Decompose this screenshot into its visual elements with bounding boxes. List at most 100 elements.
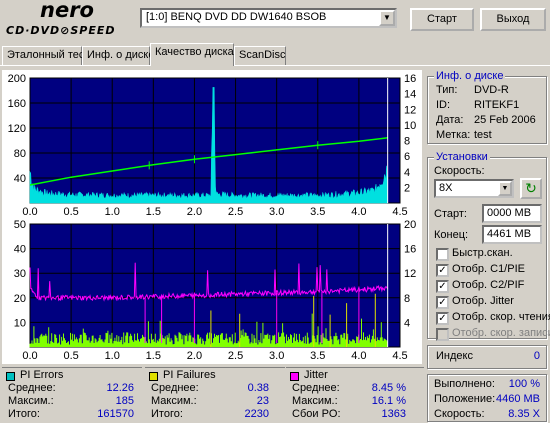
show-c1-pie-checkbox[interactable]: ✓	[436, 264, 449, 277]
disc-label-value: test	[474, 129, 492, 141]
chart1-x-tick-label: 0.0	[22, 206, 37, 218]
chart2-x-tick-label: 3.0	[269, 350, 284, 362]
show-write-speed-label: Отобр. скор. записи	[452, 327, 550, 339]
chart1-x-tick-label: 4.5	[392, 206, 407, 218]
chart1-y-right-tick-label: 2	[404, 182, 410, 194]
pi-failures-avg-label: Среднее:	[151, 382, 199, 394]
refresh-speed-button[interactable]: ↻	[520, 178, 542, 199]
chart2-x-tick-label: 0.0	[22, 350, 37, 362]
jitter-avg-label: Среднее:	[292, 382, 340, 394]
disc-date-label: Дата:	[436, 114, 464, 126]
pi-errors-total-label: Итого:	[8, 408, 40, 420]
po-failures-label: Сбои PO:	[292, 408, 341, 420]
pif-jitter-chart: 0.0 0.5 1.0 1.5 2.0 2.5 3.0 3.5 4.0 4.5 50 40 30 20 10…	[2, 220, 422, 364]
index-value: 0	[533, 350, 540, 362]
progress-group: Выполнено: 100 % Положение: 4460 MB Скор…	[427, 374, 547, 422]
disc-id-label: ID:	[436, 99, 451, 111]
po-failures-value: 1363	[381, 408, 406, 420]
tab-disc-info[interactable]: Инф. о диске	[82, 46, 154, 65]
disc-date-value: 25 Feb 2006	[474, 114, 536, 126]
chart2-x-tick-label: 1.5	[146, 350, 161, 362]
disc-info-group: Инф. о диске Тип: DVD-R ID: RITEKF1 Дата…	[427, 70, 547, 144]
show-read-speed-label: Отобр. скор. чтения	[452, 311, 550, 323]
chart1-x-tick-label: 4.0	[351, 206, 366, 218]
logo-nero-text: nero	[40, 0, 94, 22]
speed-label: Скорость:	[434, 165, 485, 177]
disc-id-value: RITEKF1	[474, 99, 520, 111]
jitter-max-value: 16.1 %	[371, 395, 406, 407]
show-c2-pif-label: Отобр. C2/PIF	[452, 279, 525, 291]
pie-speed-chart-svg: 0.0 0.5 1.0 1.5 2.0 2.5 3.0 3.5 4.0 4.5 200 160 120 8…	[8, 73, 417, 218]
pi-errors-total-value: 161570	[97, 408, 134, 420]
position-value: 4460 MB	[495, 393, 540, 405]
chart2-y-right-tick-label: 20	[404, 220, 416, 231]
chart1-x-tick-label: 1.0	[105, 206, 120, 218]
chart1-y-right-tick-label: 14	[404, 89, 416, 101]
pi-errors-title: PI Errors	[20, 369, 64, 381]
pi-failures-total-label: Итого:	[151, 408, 183, 420]
chart2-x-tick-label: 4.5	[392, 350, 407, 362]
chart1-y-right-tick-label: 16	[404, 73, 416, 85]
chart2-x-tick-label: 0.5	[63, 350, 78, 362]
pi-failures-max-label: Максим.:	[151, 395, 197, 407]
chart1-x-tick-label: 2.0	[187, 206, 202, 218]
show-c2-pif-checkbox[interactable]: ✓	[436, 280, 449, 293]
chart2-x-tick-label: 1.0	[105, 350, 120, 362]
chart1-y-right-tick-label: 10	[404, 120, 416, 132]
speed-read-label: Скорость:	[434, 408, 485, 420]
quick-scan-label: Быстр.скан.	[452, 247, 513, 259]
speed-read-value: 8.35 X	[508, 408, 540, 420]
exit-button[interactable]: Выход	[480, 8, 546, 31]
show-jitter-checkbox[interactable]: ✓	[436, 296, 449, 309]
pi-errors-avg-label: Среднее:	[8, 382, 56, 394]
disc-type-value: DVD-R	[474, 84, 509, 96]
chart2-y-right-tick-label: 12	[404, 268, 416, 280]
start-mb-label: Старт:	[434, 208, 467, 220]
tab-scandisc[interactable]: ScanDisc	[234, 46, 286, 65]
tab-benchmark[interactable]: Эталонный тест	[2, 46, 89, 65]
settings-title: Установки	[434, 151, 490, 163]
jitter-avg-value: 8.45 %	[371, 382, 406, 394]
chart2-x-tick-label: 2.5	[228, 350, 243, 362]
chart2-y-right-tick-label: 8	[404, 293, 410, 305]
start-button[interactable]: Старт	[410, 8, 474, 31]
jitter-max-label: Максим.:	[292, 395, 338, 407]
done-value: 100 %	[508, 378, 540, 390]
chart1-y-right-tick-label: 6	[404, 151, 410, 163]
chart1-y-right-tick-label: 12	[404, 104, 416, 116]
chevron-down-icon[interactable]: ▼	[498, 181, 512, 196]
pi-errors-stats: PI Errors Среднее: 12.26 Максим.: 185 Ит…	[2, 367, 142, 423]
quick-scan-checkbox[interactable]	[436, 248, 449, 261]
chart1-x-tick-label: 3.0	[269, 206, 284, 218]
disc-label-label: Метка:	[436, 129, 471, 141]
pi-failures-stats: PI Failures Среднее: 0.38 Максим.: 23 Ит…	[145, 367, 285, 423]
logo-cd-dvd-speed-text: CD·DVD⊘SPEED	[6, 24, 116, 37]
show-read-speed-checkbox[interactable]: ✓	[436, 312, 449, 325]
pi-errors-max-label: Максим.:	[8, 395, 54, 407]
chart2-y-right-tick-label: 4	[404, 317, 410, 329]
chart1-y-left-tick-label: 200	[8, 73, 26, 85]
chart1-x-tick-label: 0.5	[63, 206, 78, 218]
jitter-stats: Jitter Среднее: 8.45 % Максим.: 16.1 % С…	[286, 367, 424, 423]
chart1-y-left-tick-label: 40	[14, 173, 26, 185]
chart1-x-tick-label: 1.5	[146, 206, 161, 218]
chevron-down-icon[interactable]: ▼	[379, 10, 395, 26]
pi-failures-title: PI Failures	[163, 369, 216, 381]
pie-speed-chart: 0.0 0.5 1.0 1.5 2.0 2.5 3.0 3.5 4.0 4.5 200 160 120 8…	[2, 70, 422, 220]
start-mb-field[interactable]: 0000 MB	[482, 204, 542, 223]
index-group: Индекс 0	[427, 345, 547, 369]
chart2-plot-area	[29, 223, 401, 348]
end-mb-field[interactable]: 4461 MB	[482, 225, 542, 244]
pi-errors-swatch	[6, 372, 15, 381]
tab-disc-quality[interactable]: Качество диска	[150, 43, 234, 66]
chart2-y-left-tick-label: 30	[14, 268, 26, 280]
settings-group: Установки Скорость: 8X ▼ ↻ Старт: 0000 M…	[427, 151, 550, 341]
position-label: Положение:	[434, 393, 496, 405]
pi-errors-avg-value: 12.26	[106, 382, 134, 394]
drive-select[interactable]: [1:0] BENQ DVD DD DW1640 BSOB	[140, 8, 397, 28]
refresh-icon: ↻	[525, 180, 537, 196]
disc-info-title: Инф. о диске	[434, 70, 506, 82]
disc-type-label: Тип:	[436, 84, 458, 96]
jitter-swatch	[290, 372, 299, 381]
chart2-y-right-tick-label: 16	[404, 244, 416, 256]
